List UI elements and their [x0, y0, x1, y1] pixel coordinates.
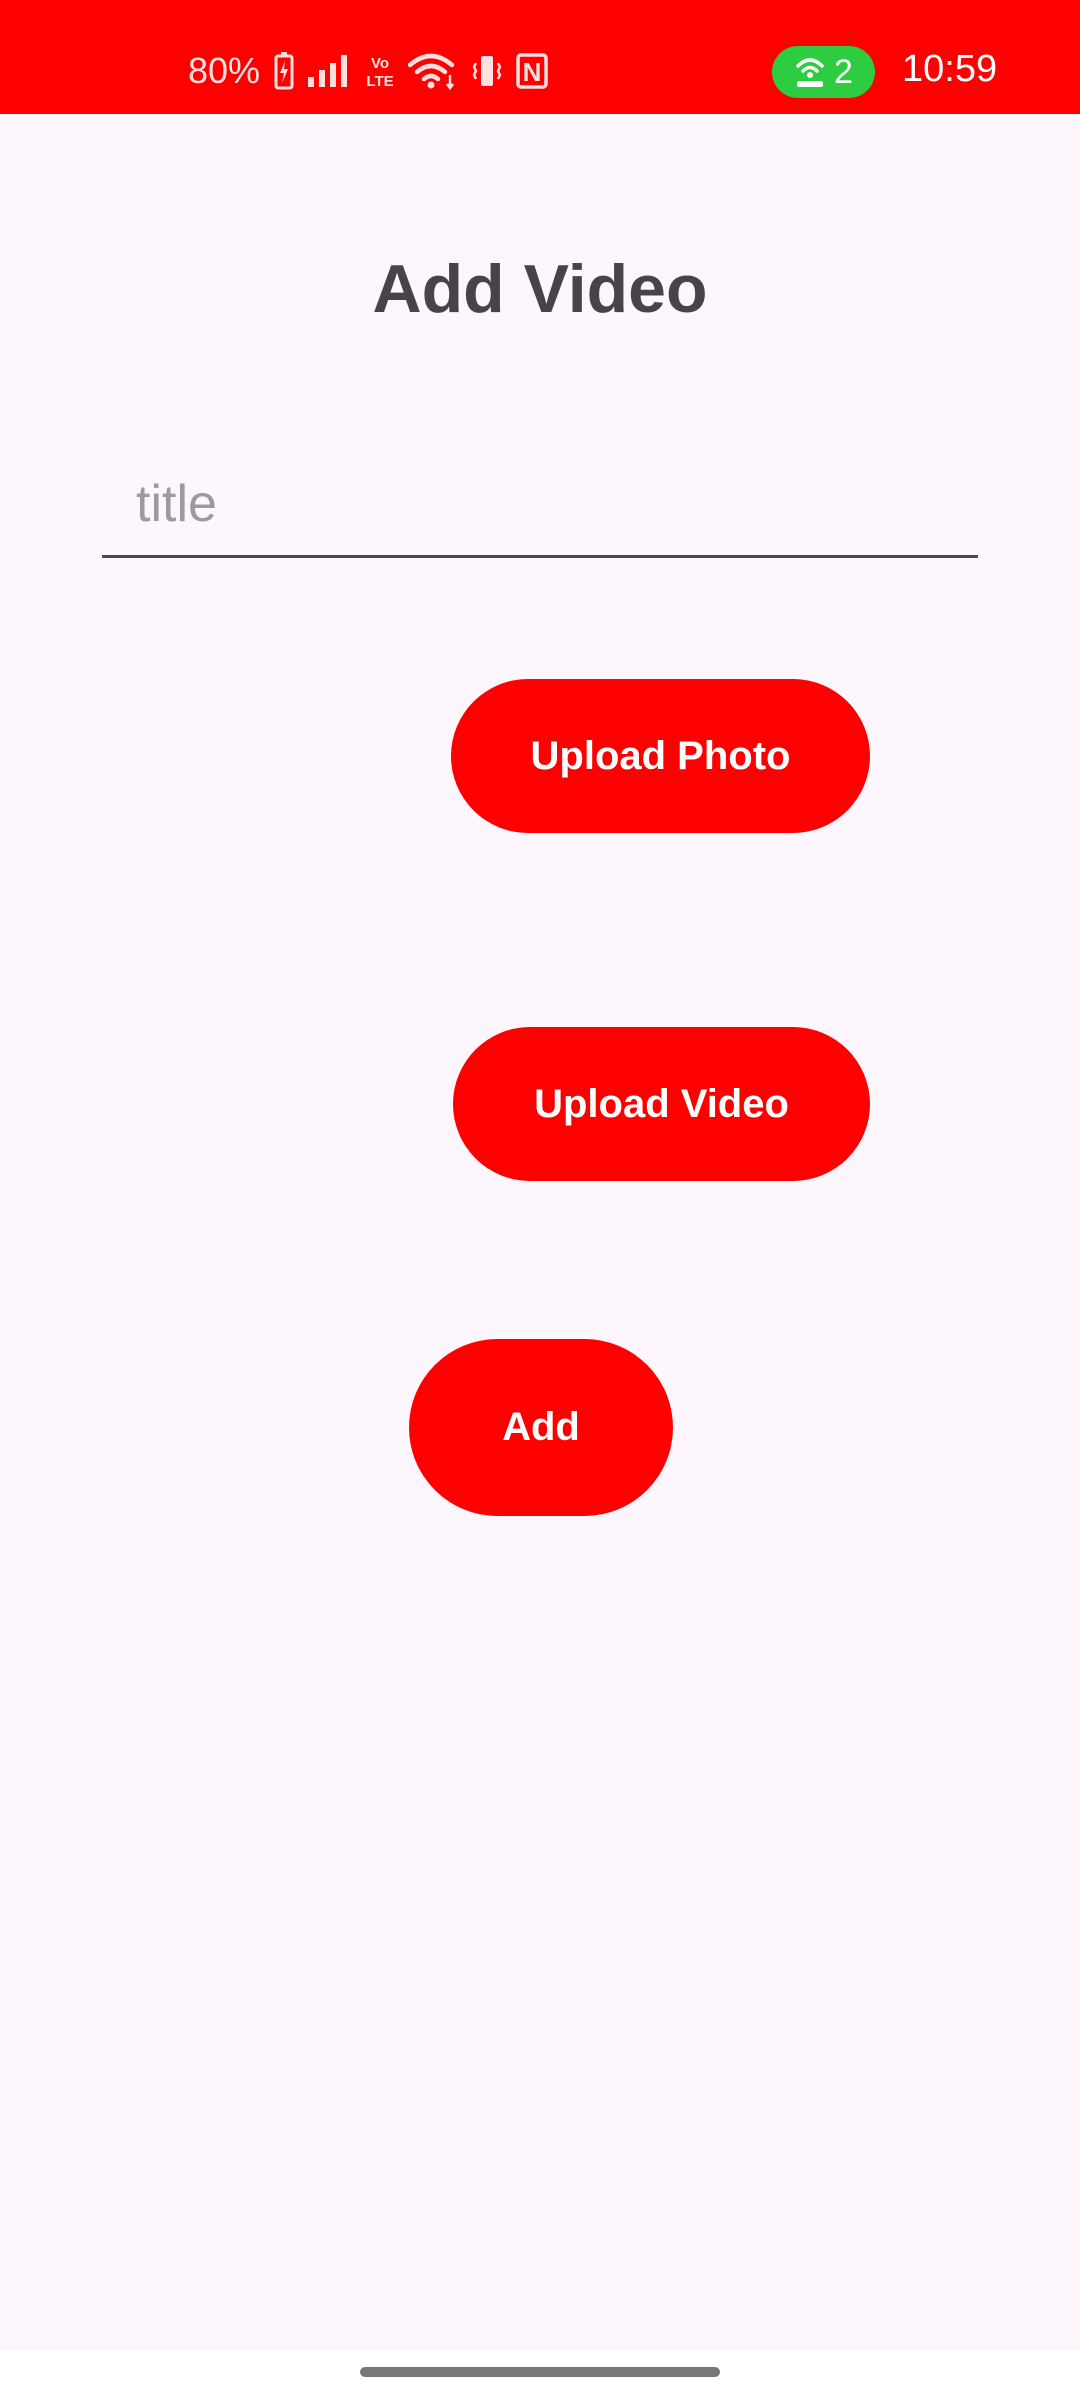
volte-text-bottom: LTE	[366, 73, 393, 89]
volte-text-top: Vo	[371, 55, 389, 72]
upload-video-button[interactable]: Upload Video	[453, 1027, 870, 1181]
hotspot-indicator: 2	[772, 46, 875, 98]
page-title: Add Video	[372, 251, 708, 327]
signal-icon	[308, 55, 348, 87]
status-bar: 80% Vo LTE N 2 10:59	[0, 0, 1080, 114]
upload-photo-button[interactable]: Upload Photo	[451, 679, 870, 833]
battery-percentage: 80%	[188, 50, 261, 91]
vibrate-icon	[472, 56, 502, 86]
title-input[interactable]	[136, 464, 936, 544]
wifi-icon	[408, 53, 455, 91]
hotspot-count: 2	[834, 52, 853, 91]
title-field[interactable]	[102, 452, 978, 558]
battery-charging-icon	[274, 52, 294, 90]
volte-icon: Vo LTE	[366, 55, 393, 89]
hotspot-icon	[796, 58, 824, 87]
clock: 10:59	[902, 48, 998, 90]
nfc-letter: N	[523, 57, 542, 87]
nfc-icon: N	[516, 53, 548, 89]
gesture-handle[interactable]	[360, 2367, 720, 2377]
add-button[interactable]: Add	[409, 1339, 673, 1516]
status-icons: 80% Vo LTE N	[188, 46, 548, 96]
